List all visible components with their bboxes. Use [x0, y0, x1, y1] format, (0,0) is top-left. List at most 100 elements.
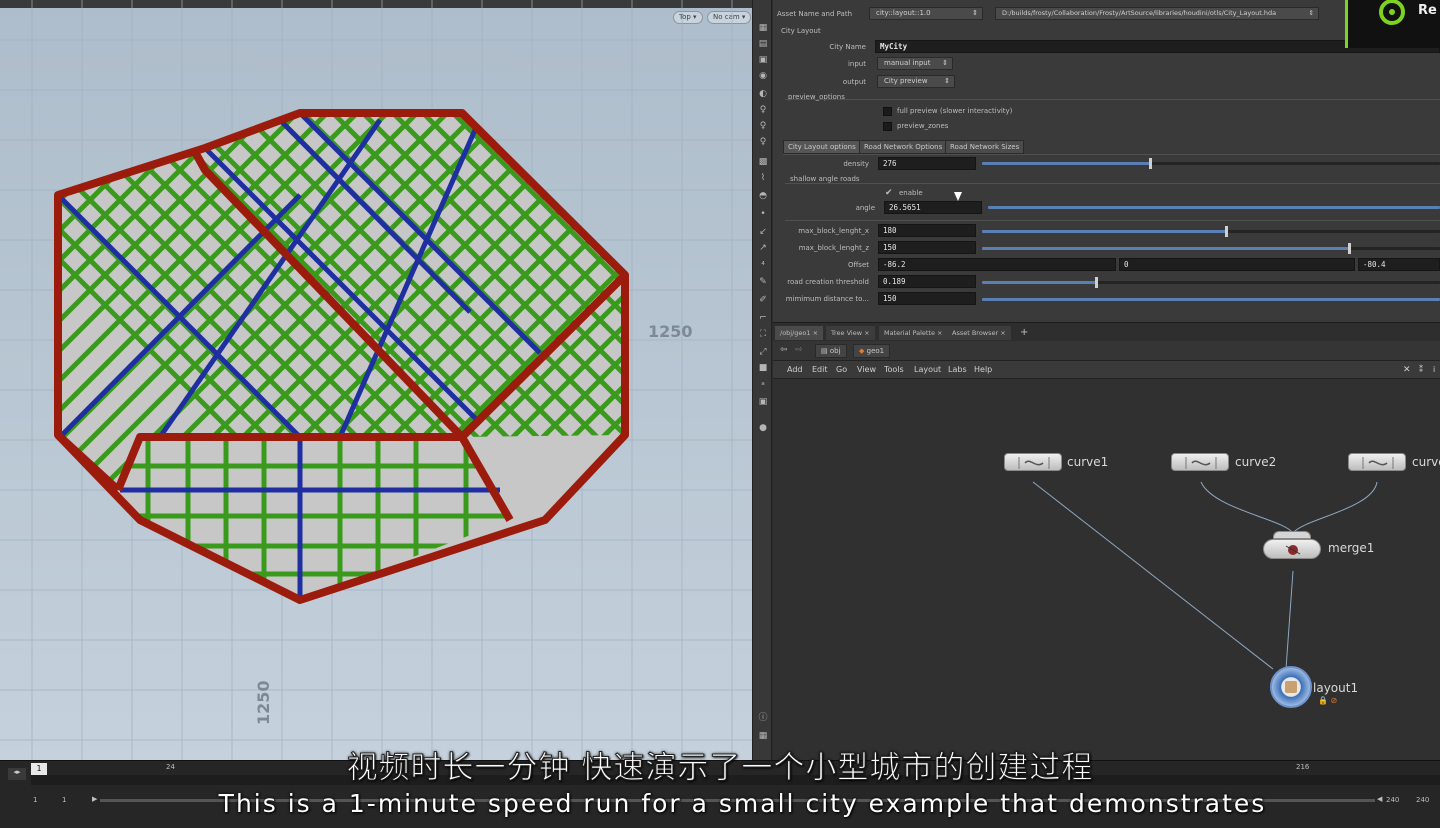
tab-road-network-options[interactable]: Road Network Options	[859, 140, 948, 154]
path-obj-button[interactable]: ▤ obj	[815, 344, 847, 358]
asset-name-label: Asset Name and Path	[777, 10, 853, 18]
offset-x-field[interactable]: -86.2	[878, 258, 1116, 271]
brand-logo: Re	[1345, 0, 1440, 48]
path-geo-button[interactable]: ◆ geo1	[853, 344, 891, 358]
shallow-angle-label: shallow angle roads	[790, 175, 860, 183]
axis-icon[interactable]: ⤢	[757, 346, 769, 358]
network-canvas[interactable]: curve1 curve2 curve merge1 layout1 🔒 ⊘	[773, 379, 1440, 760]
add-tab-icon[interactable]: +	[1015, 326, 1033, 340]
brush-icon[interactable]: ✎	[757, 276, 769, 288]
tab-obj-geo1[interactable]: /obj/geo1 ×	[775, 326, 824, 340]
light-icon[interactable]: ♀	[757, 104, 769, 116]
menu-tools[interactable]: Tools	[884, 365, 904, 374]
scene-viewport[interactable]: Top ▾ No cam ▾ 1250 1250	[0, 0, 752, 760]
tab-city-layout-options[interactable]: City Layout options	[783, 140, 861, 154]
angle-field[interactable]: 26.5651	[884, 201, 982, 214]
tab-divider	[783, 154, 1440, 155]
curve2-label: curve2	[1235, 455, 1277, 469]
density-slider-track[interactable]	[1150, 162, 1440, 165]
asset-name-menu[interactable]: city::layout::1.0 ⇕	[869, 7, 983, 20]
select-tool-icon[interactable]: ▦	[757, 22, 769, 34]
max-block-x-field[interactable]: 180	[878, 224, 976, 237]
layout-icon[interactable]: ▦	[757, 730, 769, 742]
angle-slider-fill[interactable]	[988, 206, 1440, 209]
menu-layout[interactable]: Layout	[914, 365, 941, 374]
density-field[interactable]: 276	[878, 157, 976, 170]
max-block-x-slider-track[interactable]	[1226, 230, 1440, 233]
menu-add[interactable]: Add	[787, 365, 803, 374]
bulb-icon[interactable]: ●	[757, 422, 769, 434]
merge1-node[interactable]	[1263, 539, 1321, 559]
min-distance-label: mimimum distance to...	[785, 295, 869, 303]
back-arrow-icon[interactable]: ⇦	[780, 345, 788, 355]
list-icon[interactable]: ⁑	[1419, 365, 1423, 374]
enable-checkmark-icon[interactable]: ✔	[885, 188, 893, 198]
curve3-node[interactable]	[1348, 453, 1406, 471]
menu-view[interactable]: View	[857, 365, 876, 374]
frame-icon[interactable]: ⛶	[757, 328, 769, 340]
road-threshold-field[interactable]: 0.189	[878, 275, 976, 288]
offset-y-field[interactable]: 0	[1119, 258, 1355, 271]
road-threshold-slider-knob[interactable]	[1095, 277, 1098, 288]
curve1-node[interactable]	[1004, 453, 1062, 471]
preview-zones-label: preview_zones	[897, 122, 949, 130]
grid-size-label-right: 1250	[648, 322, 693, 341]
logo-icon	[1379, 0, 1405, 25]
marker-icon[interactable]: ♀	[757, 136, 769, 148]
snap-icon[interactable]: ◉	[757, 70, 769, 82]
tab-asset-browser[interactable]: Asset Browser ×	[947, 326, 1011, 340]
grid-icon[interactable]: ▤	[757, 38, 769, 50]
pane-tab-bar: /obj/geo1 × Tree View × Material Palette…	[773, 322, 1440, 341]
max-block-z-field[interactable]: 150	[878, 241, 976, 254]
image-icon[interactable]: ▣	[757, 396, 769, 408]
info-icon-net[interactable]: i	[1433, 365, 1435, 374]
lock-icon[interactable]: ▣	[757, 54, 769, 66]
max-block-x-slider-knob[interactable]	[1225, 226, 1228, 237]
menu-edit[interactable]: Edit	[812, 365, 828, 374]
asset-path-menu[interactable]: D:/builds/frosty/Collaboration/Frosty/Ar…	[995, 7, 1319, 20]
text-icon[interactable]: ᵃ	[757, 380, 769, 392]
merge1-node-cap	[1273, 531, 1311, 539]
road-threshold-slider-track[interactable]	[1096, 281, 1440, 284]
layout1-label: layout1	[1313, 681, 1359, 695]
paint-icon[interactable]: ✐	[757, 294, 769, 306]
vector-icon[interactable]: ↗	[757, 242, 769, 254]
preview-zones-checkbox[interactable]	[883, 122, 892, 131]
cube-icon[interactable]: ■	[757, 362, 769, 374]
min-distance-slider-fill[interactable]	[982, 298, 1440, 301]
tab-tree-view[interactable]: Tree View ×	[826, 326, 875, 340]
min-distance-field[interactable]: 150	[878, 292, 976, 305]
density-slider-fill	[982, 162, 1150, 165]
mouse-cursor-icon	[954, 192, 962, 201]
pin-icon[interactable]: ♀	[757, 120, 769, 132]
wrench-icon[interactable]: ✕	[1403, 365, 1411, 375]
curve2-node[interactable]	[1171, 453, 1229, 471]
input-menu[interactable]: manual input ⇕	[877, 57, 953, 70]
max-block-z-slider-track[interactable]	[1349, 247, 1440, 250]
layout1-node[interactable]	[1270, 666, 1312, 708]
logo-text: Re	[1418, 3, 1437, 18]
normal-icon[interactable]: ↙	[757, 226, 769, 238]
forward-arrow-icon[interactable]: ⇨	[795, 345, 803, 355]
number-icon[interactable]: ⁴	[757, 260, 769, 272]
camera-icon[interactable]: ◐	[757, 88, 769, 100]
menu-go[interactable]: Go	[836, 365, 847, 374]
tab-material-palette[interactable]: Material Palette ×	[879, 326, 948, 340]
display-icon[interactable]: ▩	[757, 156, 769, 168]
full-preview-checkbox[interactable]	[883, 107, 892, 116]
shading-icon[interactable]: ⌇	[757, 172, 769, 184]
viewport-toolbar: ▦ ▤ ▣ ◉ ◐ ♀ ♀ ♀ ▩ ⌇ ◓ • ↙ ↗ ⁴ ✎ ✐ ⌐ ⛶ ⤢ …	[752, 0, 772, 760]
info-icon[interactable]: ⓘ	[757, 712, 769, 724]
density-slider-knob[interactable]	[1149, 158, 1152, 169]
tab-road-network-sizes[interactable]: Road Network Sizes	[945, 140, 1025, 154]
offset-z-field[interactable]: -80.4	[1358, 258, 1440, 271]
point-icon[interactable]: •	[757, 208, 769, 220]
menu-help[interactable]: Help	[974, 365, 992, 374]
menu-labs[interactable]: Labs	[948, 365, 967, 374]
input-label: input	[847, 60, 866, 68]
corner-icon[interactable]: ⌐	[757, 312, 769, 324]
wire-icon[interactable]: ◓	[757, 190, 769, 202]
output-menu[interactable]: City preview ⇕	[877, 75, 955, 88]
max-block-z-slider-fill	[982, 247, 1349, 250]
max-block-z-slider-knob[interactable]	[1348, 243, 1351, 254]
